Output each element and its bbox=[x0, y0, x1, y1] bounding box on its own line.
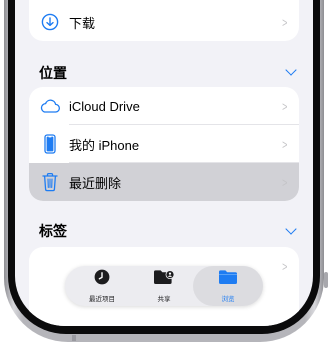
trash-icon bbox=[39, 171, 61, 193]
chevron-down-icon[interactable] bbox=[285, 64, 297, 76]
side-button bbox=[324, 272, 328, 288]
arrow-down-circle-icon bbox=[39, 11, 61, 33]
list-item-download[interactable]: 下载 > bbox=[29, 3, 299, 41]
chevron-right-icon: > bbox=[282, 258, 288, 274]
device-frame: 下载 > 位置 iCloud Drive > 我的 iPhone > 最近删除 … bbox=[0, 0, 328, 348]
folder-icon bbox=[218, 269, 238, 290]
favorites-card: 下载 > bbox=[29, 0, 299, 41]
chevron-right-icon: > bbox=[282, 98, 288, 114]
location-label: 我的 iPhone bbox=[69, 137, 140, 153]
list-item-icloud-drive[interactable]: iCloud Drive > bbox=[29, 87, 299, 125]
iphone-icon bbox=[39, 133, 61, 155]
tab-bar: 最近项目 共享 浏览 bbox=[65, 266, 263, 306]
chevron-right-icon: > bbox=[282, 136, 288, 152]
chevron-right-icon: > bbox=[282, 14, 288, 30]
shared-folder-icon bbox=[153, 269, 175, 290]
tab-browse[interactable]: 浏览 bbox=[193, 266, 263, 306]
tab-label: 浏览 bbox=[221, 296, 235, 303]
chevron-right-icon: > bbox=[282, 174, 288, 190]
clock-icon bbox=[94, 269, 110, 290]
tab-label: 最近项目 bbox=[89, 296, 115, 303]
download-label: 下载 bbox=[69, 15, 96, 31]
locations-card: iCloud Drive > 我的 iPhone > 最近删除 > bbox=[29, 87, 299, 201]
files-app-screen: 下载 > 位置 iCloud Drive > 我的 iPhone > 最近删除 … bbox=[15, 0, 313, 326]
chevron-down-icon[interactable] bbox=[285, 223, 297, 235]
list-item-my-iphone[interactable]: 我的 iPhone > bbox=[29, 125, 299, 163]
antenna-line bbox=[72, 335, 76, 341]
cloud-icon bbox=[39, 95, 61, 117]
tab-recents[interactable]: 最近项目 bbox=[69, 266, 135, 306]
section-title-locations: 位置 bbox=[39, 65, 67, 81]
list-item-recently-deleted[interactable]: 最近删除 > bbox=[29, 163, 299, 201]
location-label: iCloud Drive bbox=[69, 98, 140, 114]
tab-shared[interactable]: 共享 bbox=[131, 266, 197, 306]
tab-label: 共享 bbox=[157, 296, 171, 303]
location-label: 最近删除 bbox=[69, 175, 122, 191]
section-title-tags: 标签 bbox=[39, 223, 67, 239]
